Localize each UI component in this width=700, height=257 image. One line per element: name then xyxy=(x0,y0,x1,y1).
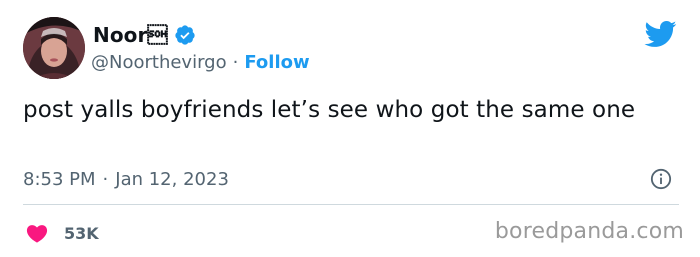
timestamp-separator: · xyxy=(102,168,109,190)
handle-separator: · xyxy=(232,51,239,73)
like-count: 53K xyxy=(64,223,99,243)
heart-icon xyxy=(26,223,48,243)
author-handle-row: @Noorthevirgo · Follow xyxy=(91,50,310,74)
tweet-text: post yalls boyfriends let’s see who got … xyxy=(23,97,636,123)
author-handle[interactable]: @Noorthevirgo xyxy=(91,52,227,73)
avatar[interactable] xyxy=(23,17,85,79)
tweet-date: Jan 12, 2023 xyxy=(115,168,229,190)
verified-badge-icon xyxy=(174,24,196,46)
divider xyxy=(23,204,679,205)
watermark: boredpanda.com xyxy=(494,219,684,244)
like-button[interactable]: 53K xyxy=(26,220,99,246)
author-name-row: Noor xyxy=(93,22,196,48)
tweet-time: 8:53 PM xyxy=(23,168,96,190)
info-icon[interactable] xyxy=(650,168,672,190)
follow-button[interactable]: Follow xyxy=(244,52,309,73)
author-display-name[interactable]: Noor xyxy=(93,23,168,47)
tweet-timestamp[interactable]: 8:53 PM · Jan 12, 2023 xyxy=(23,166,229,192)
avatar-photo xyxy=(23,17,85,79)
tweet-card: Noor @Noorthevirgo · Follow post yalls … xyxy=(0,0,700,257)
twitter-bird-icon[interactable] xyxy=(643,20,677,48)
